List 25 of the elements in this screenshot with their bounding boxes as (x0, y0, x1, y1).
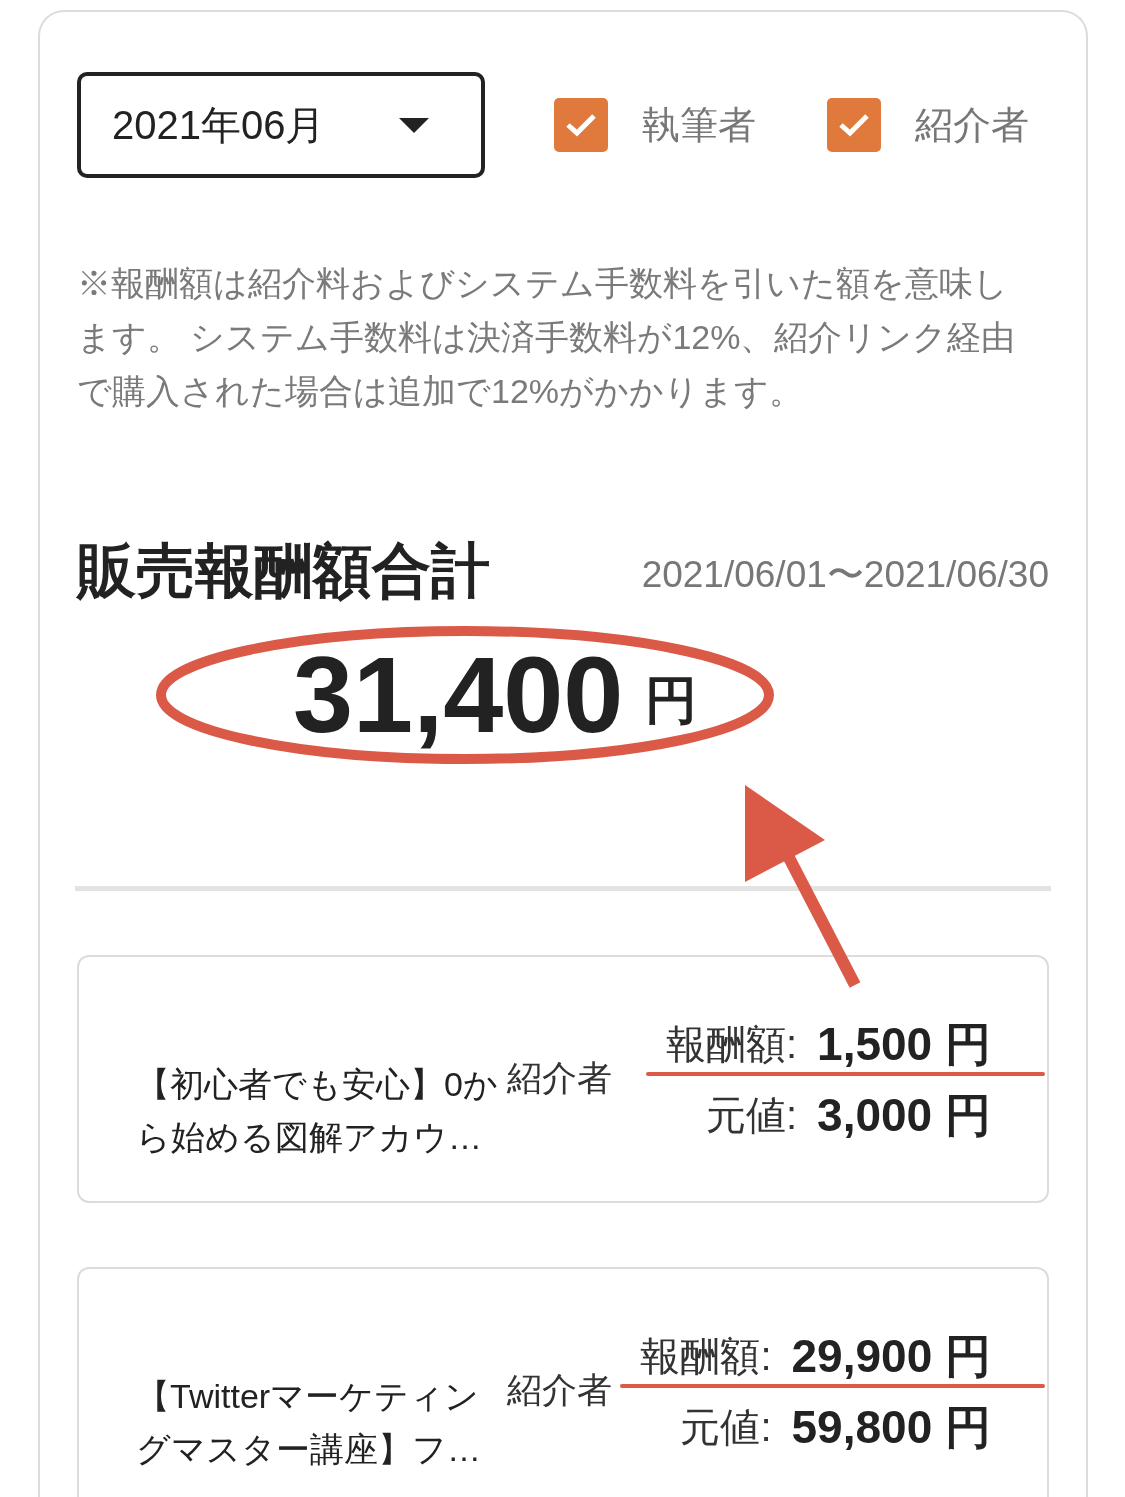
note-text: ※報酬額は紹介料およびシステム手数料を引いた額を意味します。 システム手数料は決済手数料が12%、紹介リンク経由で購入された場合は追加で12%がかかります。 (77, 263, 1017, 412)
price-label: 元値: (680, 1403, 772, 1451)
caret-down-icon (399, 117, 429, 133)
reward-amount: 29,900 円 (791, 1328, 991, 1384)
check-icon (564, 112, 598, 138)
section-title: 販売報酬額合計 (77, 542, 490, 601)
role-label: 紹介者 (507, 1059, 612, 1095)
checkbox[interactable] (554, 98, 608, 152)
checkbox-label[interactable]: 執筆者 (642, 106, 756, 144)
role-label: 紹介者 (507, 1371, 612, 1407)
checkbox[interactable] (827, 98, 881, 152)
price-label: 元値: (705, 1091, 798, 1139)
product-title: 【初心者でも安心】0から始める図解アカウ… (136, 1064, 499, 1158)
month-dropdown[interactable]: 2021年06月 (77, 72, 485, 178)
reward-label: 報酬額: (640, 1332, 772, 1380)
price-amount: 59,800 円 (791, 1399, 991, 1455)
date-range: 2021/06/01〜2021/06/30 (641, 556, 1049, 593)
reward-amount: 1,500 円 (817, 1016, 991, 1072)
currency-unit: 円 (645, 674, 698, 726)
price-amount: 3,000 円 (817, 1087, 991, 1143)
checkbox-label[interactable]: 紹介者 (915, 106, 1029, 144)
product-title: 【Twitterマーケティングマスター講座】フ… (136, 1376, 482, 1470)
reward-label: 報酬額: (665, 1020, 798, 1068)
check-icon (837, 112, 871, 138)
total-amount: 31,400 (293, 641, 624, 749)
